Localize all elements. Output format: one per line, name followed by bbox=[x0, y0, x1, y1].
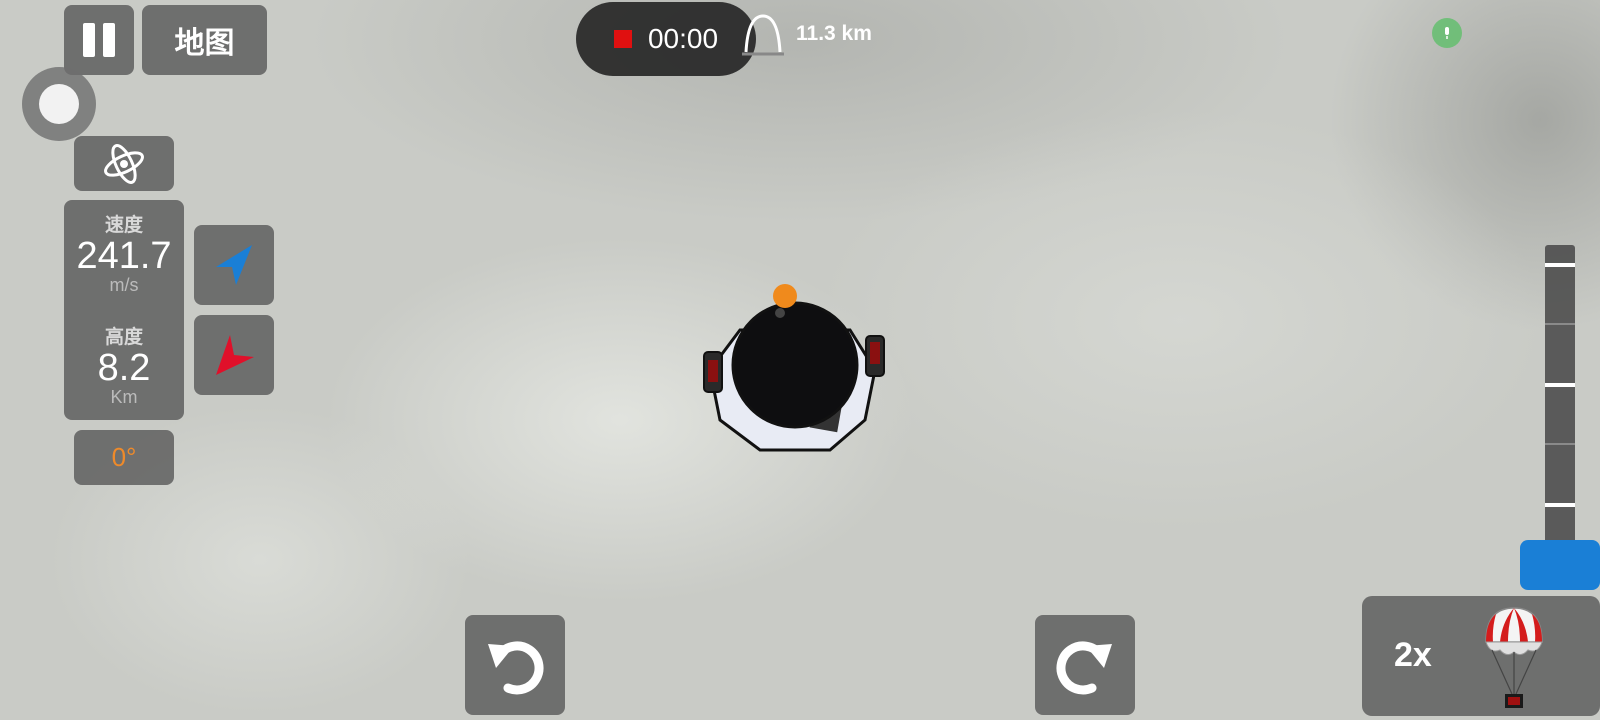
apoapsis-altitude: 11.3 km bbox=[796, 22, 872, 45]
heading-readout: 0° bbox=[74, 430, 174, 485]
apoapsis-arc-icon bbox=[742, 14, 784, 56]
throttle-divider bbox=[1545, 323, 1575, 325]
throttle-divider bbox=[1545, 443, 1575, 445]
throttle-tick bbox=[1545, 263, 1575, 267]
orbit-icon bbox=[104, 143, 144, 184]
microphone-icon bbox=[1445, 27, 1449, 39]
throttle-handle[interactable] bbox=[1520, 540, 1600, 590]
throttle-tick bbox=[1545, 383, 1575, 387]
parachute-icon[interactable] bbox=[1482, 602, 1546, 710]
rotate-left-icon bbox=[488, 641, 544, 695]
record-stop-icon[interactable] bbox=[613, 30, 632, 48]
camera-joystick[interactable] bbox=[22, 67, 96, 141]
throttle-tick bbox=[1545, 503, 1575, 507]
velocity-label: 速度 bbox=[104, 214, 143, 236]
orbit-view-button[interactable] bbox=[74, 136, 174, 191]
pause-icon bbox=[83, 23, 115, 57]
rotate-right-icon bbox=[1056, 641, 1112, 695]
altitude-label: 高度 bbox=[104, 326, 143, 348]
altitude-unit: Km bbox=[110, 387, 138, 407]
prograde-button[interactable] bbox=[194, 225, 274, 305]
velocity-unit: m/s bbox=[109, 275, 139, 295]
altitude-value: 8.2 bbox=[97, 347, 151, 389]
rotate-left-button[interactable] bbox=[465, 615, 565, 715]
telemetry-panel: 速度 241.7 m/s 高度 8.2 Km bbox=[64, 200, 184, 420]
capsule-spacecraft bbox=[703, 284, 885, 452]
rotate-right-button[interactable] bbox=[1035, 615, 1135, 715]
velocity-value: 241.7 bbox=[76, 235, 172, 277]
retrograde-arrow-icon bbox=[216, 335, 254, 375]
pause-button[interactable] bbox=[64, 5, 134, 75]
altitude-readout: 高度 8.2 Km bbox=[64, 322, 184, 408]
recording-time: 00:00 bbox=[647, 23, 719, 54]
retrograde-button[interactable] bbox=[194, 315, 274, 395]
stage-panel[interactable]: 2x bbox=[1362, 596, 1600, 716]
microphone-indicator[interactable] bbox=[1432, 18, 1462, 48]
joystick-knob[interactable] bbox=[39, 84, 79, 124]
recording-indicator[interactable]: 00:00 bbox=[576, 2, 756, 76]
time-warp-label[interactable]: 2x bbox=[1394, 636, 1432, 675]
map-button[interactable]: 地图 bbox=[142, 5, 267, 75]
prograde-arrow-icon bbox=[216, 245, 252, 285]
throttle-slider[interactable] bbox=[1545, 245, 1575, 545]
velocity-readout: 速度 241.7 m/s bbox=[64, 210, 184, 296]
